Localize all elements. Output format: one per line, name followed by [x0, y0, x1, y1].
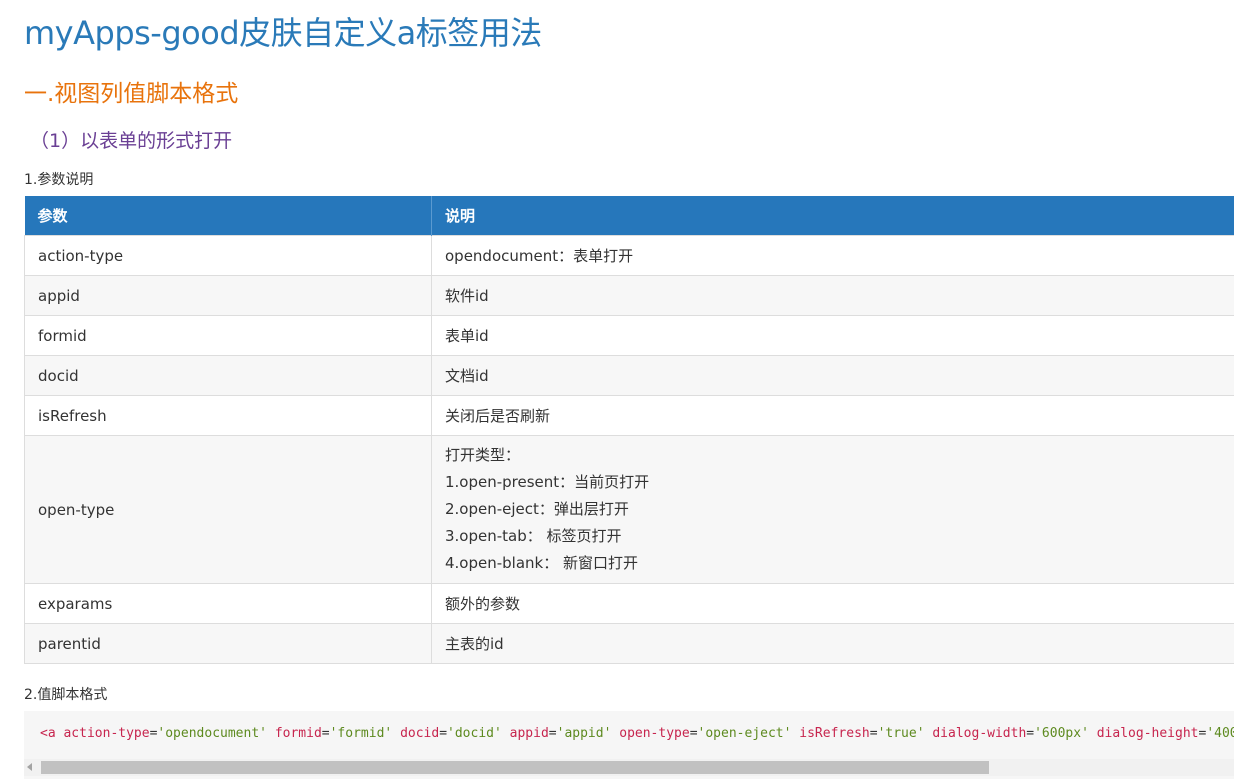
code-attr-name: action-type [63, 726, 150, 741]
table-row: docid 文档id [24, 355, 1234, 396]
param-name-cell: isRefresh [24, 395, 432, 436]
desc-line: 4.open-blank： 新窗口打开 [445, 554, 639, 572]
param-name-cell: action-type [24, 235, 432, 276]
desc-line: 打开类型： [445, 446, 521, 464]
param-name-cell: open-type [24, 435, 432, 584]
param-name-cell: formid [24, 315, 432, 356]
code-attr-name: docid [400, 726, 440, 741]
table-row: parentid 主表的id [24, 623, 1234, 664]
param-name-cell: docid [24, 355, 432, 396]
horizontal-scrollbar[interactable] [24, 759, 1234, 776]
scroll-thumb[interactable] [41, 761, 989, 774]
param-desc-cell: 额外的参数 [431, 583, 1234, 624]
table-header-row: 参数 说明 [24, 196, 1234, 236]
code-attr-value: 'formid' [329, 726, 393, 741]
code-attr-value: '400px' [1206, 726, 1234, 741]
code-attr-value: 'appid' [556, 726, 612, 741]
header-param: 参数 [24, 196, 432, 236]
code-attr-value: 'docid' [447, 726, 502, 741]
code-attr-name: isRefresh [799, 726, 870, 741]
param-desc-cell: 主表的id [431, 623, 1234, 664]
param-desc-cell: 表单id [431, 315, 1234, 356]
param-desc-cell: 打开类型： 1.open-present：当前页打开 2.open-eject：弹出… [431, 435, 1234, 584]
code-tag: <a [40, 726, 56, 741]
params-table: 参数 说明 action-type opendocument：表单打开 appid 软… [24, 196, 1234, 664]
scroll-left-icon[interactable] [27, 763, 32, 771]
param-desc-cell: opendocument：表单打开 [431, 235, 1234, 276]
code-attr-value: 'opendocument' [157, 726, 267, 741]
table-row: appid 软件id [24, 275, 1234, 316]
code-attr-name: appid [509, 726, 549, 741]
header-desc: 说明 [431, 196, 1234, 236]
desc-line: 2.open-eject：弹出层打开 [445, 500, 629, 518]
code-attr-name: dialog-width [932, 726, 1027, 741]
code-attr-name: open-type [619, 726, 690, 741]
code-attr-value: 'open-eject' [697, 726, 792, 741]
desc-line: 1.open-present：当前页打开 [445, 473, 650, 491]
subsection-heading: （1）以表单的形式打开 [30, 130, 233, 152]
table-row: exparams 额外的参数 [24, 583, 1234, 624]
section-heading: 一.视图列值脚本格式 [24, 81, 239, 107]
code-line: <a action-type='opendocument' formid='fo… [40, 726, 1234, 741]
param-name-cell: appid [24, 275, 432, 316]
param-desc-cell: 文档id [431, 355, 1234, 396]
param-desc-cell: 软件id [431, 275, 1234, 316]
script-heading: 2.值脚本格式 [24, 687, 108, 703]
code-attr-name: formid [274, 726, 322, 741]
table-row: isRefresh 关闭后是否刷新 [24, 395, 1234, 436]
param-name-cell: parentid [24, 623, 432, 664]
param-name-cell: exparams [24, 583, 432, 624]
page-title: myApps-good皮肤自定义a标签用法 [24, 14, 542, 52]
code-attr-value: '600px' [1034, 726, 1089, 741]
desc-line: 3.open-tab： 标签页打开 [445, 527, 622, 545]
table-row: formid 表单id [24, 315, 1234, 356]
code-attr-value: 'true' [877, 726, 925, 741]
param-desc-cell: 关闭后是否刷新 [431, 395, 1234, 436]
code-attr-name: dialog-height [1096, 726, 1199, 741]
table-row: action-type opendocument：表单打开 [24, 235, 1234, 276]
params-heading: 1.参数说明 [24, 172, 94, 188]
table-row: open-type 打开类型： 1.open-present：当前页打开 2.open… [24, 435, 1234, 584]
